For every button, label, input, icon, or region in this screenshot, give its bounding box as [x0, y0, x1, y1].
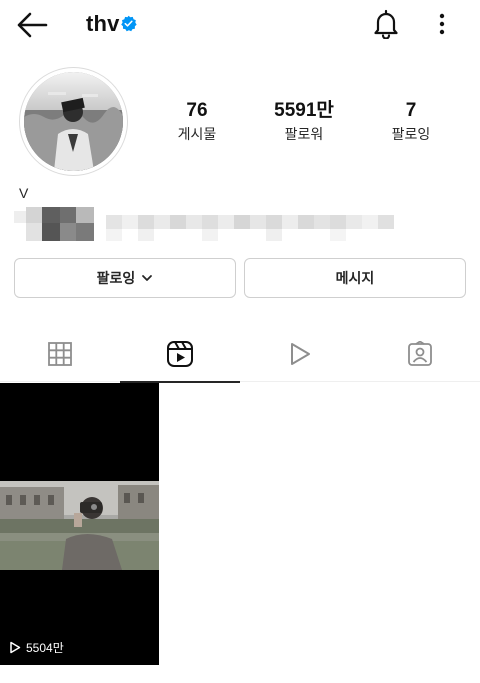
stat-following-value: 7: [405, 100, 417, 121]
top-bar: thv: [0, 0, 480, 50]
avatar-photo: [24, 72, 123, 171]
tagged-icon: [408, 341, 432, 366]
tab-videos[interactable]: [240, 326, 360, 382]
profile-tabs: [0, 326, 480, 383]
profile-username: thv: [86, 11, 120, 36]
message-button-label: 메시지: [335, 270, 375, 286]
reel-view-count-value: 5504만: [26, 641, 64, 655]
tab-tagged[interactable]: [360, 326, 480, 382]
more-vertical-icon[interactable]: [434, 12, 450, 36]
following-button[interactable]: 팔로잉: [14, 258, 236, 298]
pixelated-bio-redaction: [14, 207, 394, 241]
reel-view-count: 5504만: [9, 639, 64, 656]
stat-following[interactable]: 7 팔로잉: [356, 100, 466, 143]
stat-posts-value: 76: [186, 100, 208, 121]
following-button-label: 팔로잉: [96, 270, 136, 286]
grid-icon: [48, 342, 72, 366]
verified-badge-icon: [121, 15, 137, 32]
tab-reels[interactable]: [120, 326, 240, 383]
stat-followers-value: 5591만: [274, 100, 334, 121]
play-count-icon: [10, 641, 21, 654]
profile-display-name: V: [19, 185, 29, 201]
reels-icon: [167, 341, 193, 367]
stat-followers[interactable]: 5591만 팔로워: [249, 100, 359, 143]
play-icon: [291, 343, 310, 365]
stat-following-label: 팔로잉: [391, 126, 431, 142]
reel-thumbnail[interactable]: 5504만: [0, 383, 159, 665]
profile-avatar[interactable]: [19, 67, 128, 176]
bell-icon[interactable]: [372, 9, 400, 39]
stat-posts[interactable]: 76 게시물: [142, 100, 252, 143]
back-arrow-icon[interactable]: [16, 11, 48, 39]
stat-followers-label: 팔로워: [284, 126, 324, 142]
stat-posts-label: 게시물: [177, 126, 217, 142]
reel-video-frame: [0, 481, 159, 570]
chevron-down-icon: [142, 275, 153, 281]
tab-grid[interactable]: [0, 326, 120, 382]
message-button[interactable]: 메시지: [244, 258, 466, 298]
